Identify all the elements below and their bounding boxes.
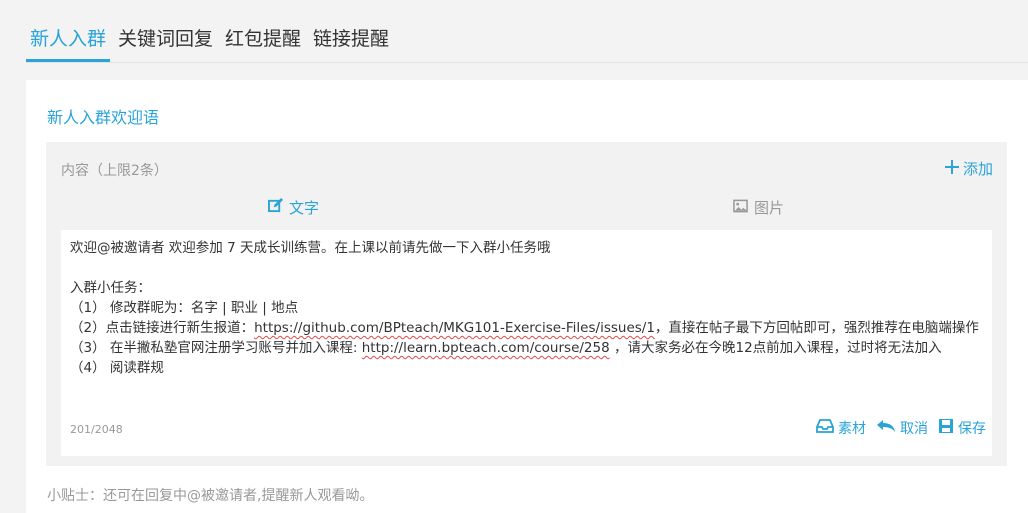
message-text[interactable]: 欢迎@被邀请者 欢迎参加 7 天成长训练营。在上课以前请先做一下入群小任务哦 入… [70,238,985,378]
message-line-4-suffix: ，直接在帖子最下方回帖即可，强烈推荐在电脑端操作 [654,320,979,336]
message-line-2: 入群小任务： [70,280,151,296]
message-line-6: （4） 阅读群规 [70,360,164,376]
material-button-label: 素材 [838,421,866,437]
image-icon [733,199,748,217]
message-editor[interactable]: 欢迎@被邀请者 欢迎参加 7 天成长训练营。在上课以前请先做一下入群小任务哦 入… [61,230,992,456]
tab-image-type-label: 图片 [754,199,785,217]
top-tabs: 新人入群 关键词回复 红包提醒 链接提醒 [26,22,401,62]
tab-link-reminder[interactable]: 链接提醒 [313,22,401,62]
main-card: 新人入群欢迎语 内容（上限2条） 添加 文字 图片 欢迎@被邀请者 欢迎参加 7… [26,80,1028,513]
course-link[interactable]: http://learn.bpteach.com/course/258 [362,340,610,356]
char-counter: 201/2048 [70,423,123,436]
tip-text: 小贴士：还可在回复中@被邀请者,提醒新人观看呦。 [47,488,374,504]
cancel-button[interactable]: 取消 [876,418,928,438]
content-panel: 内容（上限2条） 添加 文字 图片 欢迎@被邀请者 欢迎参加 7 天成长训练营。… [46,142,1007,466]
github-link[interactable]: https://github.com/BPteach/MKG101-Exerci… [254,320,655,336]
tab-new-member[interactable]: 新人入群 [26,22,111,62]
tab-image-type[interactable]: 图片 [733,197,784,218]
floppy-icon [938,418,954,438]
plus-icon [944,159,960,178]
content-limit-label: 内容（上限2条） [61,163,168,179]
message-line-1: 欢迎@被邀请者 欢迎参加 7 天成长训练营。在上课以前请先做一下入群小任务哦 [70,240,551,256]
tab-keyword-reply[interactable]: 关键词回复 [118,22,225,62]
material-button[interactable]: 素材 [816,418,866,438]
save-button[interactable]: 保存 [938,418,986,438]
section-title: 新人入群欢迎语 [47,108,160,127]
cancel-button-label: 取消 [900,421,928,437]
message-line-3: （1） 修改群昵为：名字 | 职业 | 地点 [70,300,299,316]
editor-actions: 素材 取消 保存 [816,418,986,438]
edit-icon [268,198,283,217]
message-line-5-suffix: ，请大家务必在今晚12点前加入课程，过时将无法加入 [609,340,942,356]
undo-icon [876,419,896,437]
tabs-divider [26,62,1028,63]
tab-text-type-label: 文字 [289,199,320,217]
message-line-4-prefix: （2）点击链接进行新生报道： [70,320,255,336]
tab-text-type[interactable]: 文字 [268,197,319,218]
add-button[interactable]: 添加 [944,158,993,179]
inbox-icon [816,419,834,437]
add-button-label: 添加 [962,160,993,178]
save-button-label: 保存 [958,421,986,437]
tab-red-packet-reminder[interactable]: 红包提醒 [225,22,313,62]
message-line-5-prefix: （3） 在半撇私塾官网注册学习账号并加入课程: [70,340,362,356]
